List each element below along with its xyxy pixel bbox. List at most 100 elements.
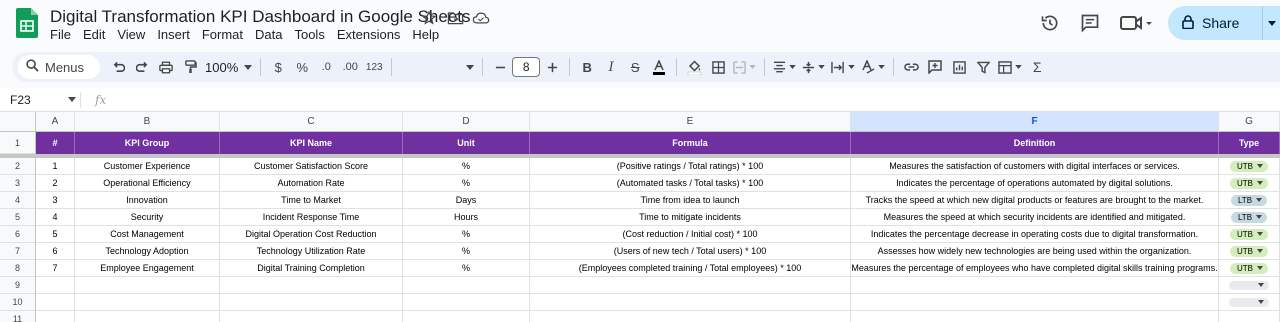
menu-file[interactable]: File (44, 27, 77, 43)
comments-icon[interactable] (1070, 6, 1110, 40)
cell-num[interactable]: 2 (36, 175, 75, 192)
type-dropdown-chip[interactable]: UTB (1230, 228, 1268, 240)
merge-cells-icon[interactable] (730, 55, 759, 79)
row-header-8[interactable]: 8 (0, 260, 36, 277)
percent-format-button[interactable]: % (290, 55, 314, 79)
insert-chart-icon[interactable] (947, 55, 971, 79)
redo-icon[interactable] (130, 55, 154, 79)
borders-icon[interactable] (706, 55, 730, 79)
row-header-11[interactable]: 11 (0, 311, 36, 322)
search-menus-button[interactable]: Menus (18, 55, 100, 79)
cell-kpi-name[interactable]: Digital Operation Cost Reduction (220, 226, 403, 243)
fill-color-icon[interactable] (682, 55, 706, 79)
currency-format-button[interactable]: $ (266, 55, 290, 79)
vertical-align-icon[interactable] (799, 55, 828, 79)
cell-type[interactable]: UTB (1219, 158, 1280, 175)
cell-type[interactable]: UTB (1219, 260, 1280, 277)
cell-formula[interactable] (530, 294, 851, 311)
column-header-b[interactable]: B (75, 112, 220, 132)
cell-type[interactable]: UTB (1219, 243, 1280, 260)
text-wrapping-icon[interactable] (828, 55, 858, 79)
cell-kpi-name[interactable]: Automation Rate (220, 175, 403, 192)
italic-icon[interactable]: I (599, 55, 623, 79)
cell-unit[interactable]: % (403, 260, 530, 277)
cell-kpi-group[interactable]: Innovation (75, 192, 220, 209)
cell-type[interactable]: UTB (1219, 226, 1280, 243)
header-cell-kpi-name[interactable]: KPI Name (220, 132, 403, 154)
cell-definition[interactable] (851, 294, 1219, 311)
cell-kpi-name[interactable]: Incident Response Time (220, 209, 403, 226)
cell-unit[interactable]: Hours (403, 209, 530, 226)
cell-kpi-name[interactable]: Technology Utilization Rate (220, 243, 403, 260)
cell-kpi-group[interactable]: Operational Efficiency (75, 175, 220, 192)
cell-num[interactable]: 7 (36, 260, 75, 277)
cell-definition[interactable]: Assesses how widely new technologies are… (851, 243, 1219, 260)
cell-kpi-group[interactable] (75, 277, 220, 294)
menu-data[interactable]: Data (249, 27, 288, 43)
undo-icon[interactable] (106, 55, 130, 79)
cell-definition[interactable]: Indicates the percentage of operations a… (851, 175, 1219, 192)
cell-kpi-name[interactable]: Customer Satisfaction Score (220, 158, 403, 175)
cell-definition[interactable] (851, 311, 1219, 322)
move-folder-icon[interactable] (446, 9, 464, 27)
cell-kpi-name[interactable] (220, 294, 403, 311)
column-header-a[interactable]: A (36, 112, 75, 132)
cell-num[interactable]: 4 (36, 209, 75, 226)
type-dropdown-chip[interactable]: UTB (1230, 262, 1268, 274)
type-dropdown-chip[interactable]: LTB (1230, 194, 1268, 206)
row-header-10[interactable]: 10 (0, 294, 36, 311)
cell-formula[interactable]: (Cost reduction / Initial cost) * 100 (530, 226, 851, 243)
cell-num[interactable]: 1 (36, 158, 75, 175)
cell-kpi-group[interactable]: Employee Engagement (75, 260, 220, 277)
header-cell-formula[interactable]: Formula (530, 132, 851, 154)
sheets-logo-icon[interactable] (16, 8, 38, 38)
cell-definition[interactable] (851, 277, 1219, 294)
menu-extensions[interactable]: Extensions (331, 27, 407, 43)
cell-kpi-group[interactable] (75, 294, 220, 311)
cell-num[interactable]: 5 (36, 226, 75, 243)
cell-type[interactable] (1219, 311, 1280, 322)
type-dropdown-chip-empty[interactable] (1229, 280, 1269, 290)
cell-unit[interactable]: Days (403, 192, 530, 209)
cloud-saved-icon[interactable] (472, 9, 490, 27)
menu-edit[interactable]: Edit (77, 27, 111, 43)
cell-type[interactable]: LTB (1219, 192, 1280, 209)
menu-tools[interactable]: Tools (288, 27, 330, 43)
cell-kpi-name[interactable] (220, 311, 403, 322)
menu-insert[interactable]: Insert (151, 27, 196, 43)
cell-kpi-group[interactable]: Customer Experience (75, 158, 220, 175)
header-cell-type[interactable]: Type (1219, 132, 1280, 154)
column-header-c[interactable]: C (220, 112, 403, 132)
cell-unit[interactable]: % (403, 175, 530, 192)
select-all-corner[interactable] (0, 112, 36, 132)
column-header-e[interactable]: E (530, 112, 851, 132)
column-header-f[interactable]: F (851, 112, 1219, 132)
filter-views-icon[interactable] (995, 55, 1025, 79)
cell-formula[interactable] (530, 277, 851, 294)
name-box[interactable]: F23 (0, 93, 80, 107)
share-options-button[interactable] (1262, 6, 1280, 40)
menu-help[interactable]: Help (406, 27, 445, 43)
cell-formula[interactable]: (Employees completed training / Total em… (530, 260, 851, 277)
cell-unit[interactable] (403, 311, 530, 322)
row-header-6[interactable]: 6 (0, 226, 36, 243)
more-formats-button[interactable]: 123 (362, 55, 386, 79)
header-cell-kpi-group[interactable]: KPI Group (75, 132, 220, 154)
cell-num[interactable] (36, 277, 75, 294)
increase-font-size-icon[interactable] (540, 55, 564, 79)
cell-type[interactable] (1219, 277, 1280, 294)
paint-format-icon[interactable] (178, 55, 202, 79)
functions-icon[interactable]: Σ (1025, 55, 1049, 79)
cell-kpi-name[interactable]: Digital Training Completion (220, 260, 403, 277)
bold-icon[interactable]: B (575, 55, 599, 79)
type-dropdown-chip[interactable]: LTB (1230, 211, 1268, 223)
menu-view[interactable]: View (111, 27, 151, 43)
cell-type[interactable]: UTB (1219, 175, 1280, 192)
zoom-select[interactable]: 100% (202, 55, 255, 79)
row-header-3[interactable]: 3 (0, 175, 36, 192)
row-header-4[interactable]: 4 (0, 192, 36, 209)
cell-formula[interactable]: Time from idea to launch (530, 192, 851, 209)
filter-icon[interactable] (971, 55, 995, 79)
cell-formula[interactable]: (Positive ratings / Total ratings) * 100 (530, 158, 851, 175)
cell-unit[interactable]: % (403, 226, 530, 243)
